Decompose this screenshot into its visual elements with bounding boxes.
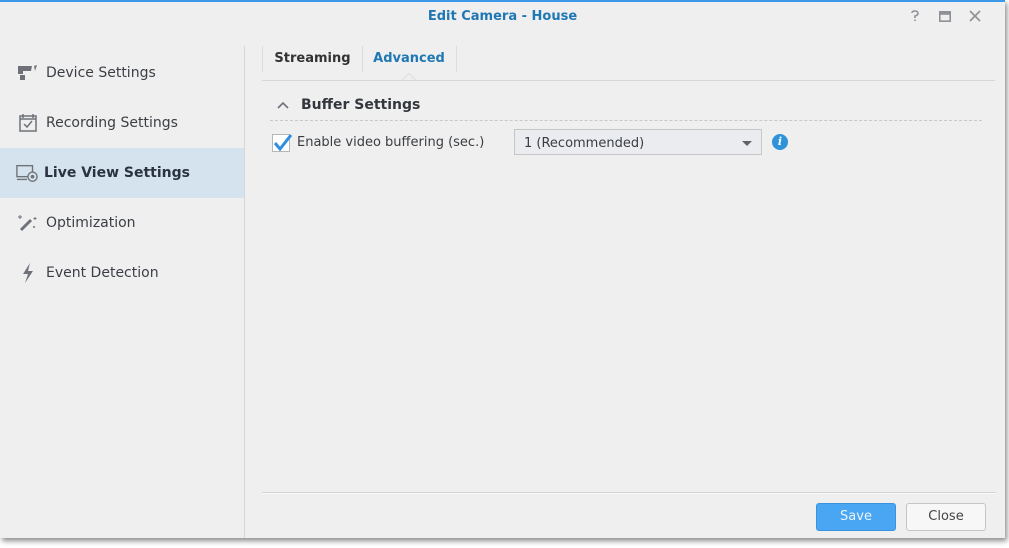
sidebar-item-device-settings[interactable]: Device Settings — [0, 48, 244, 98]
enable-buffering-label: Enable video buffering (sec.) — [297, 135, 485, 150]
chevron-down-icon — [742, 141, 752, 146]
settings-sidebar: Device Settings Recording Settings Live … — [0, 46, 245, 538]
close-window-button[interactable] — [967, 8, 983, 24]
edit-camera-dialog: Edit Camera - House Device Settings Reco… — [0, 0, 1005, 538]
lightning-icon — [17, 262, 39, 284]
sidebar-divider — [244, 46, 245, 538]
sidebar-item-label: Device Settings — [46, 65, 156, 81]
sidebar-item-label: Optimization — [46, 215, 136, 231]
tab-bar: Streaming Advanced — [262, 46, 995, 81]
checkmark-icon — [273, 134, 293, 152]
tab-streaming[interactable]: Streaming — [262, 46, 363, 72]
close-icon — [969, 10, 981, 22]
help-button[interactable] — [907, 8, 923, 24]
maximize-button[interactable] — [937, 8, 953, 24]
sidebar-item-label: Recording Settings — [46, 115, 178, 131]
camera-icon — [17, 62, 39, 84]
monitor-camera-icon — [16, 162, 38, 184]
sidebar-item-label: Event Detection — [46, 265, 159, 281]
chevron-up-icon — [277, 101, 289, 109]
tab-advanced[interactable]: Advanced — [362, 46, 457, 72]
buffer-seconds-select[interactable]: 1 (Recommended) — [514, 129, 762, 155]
dialog-title: Edit Camera - House — [427, 9, 578, 24]
sidebar-item-label: Live View Settings — [44, 165, 190, 181]
enable-buffering-checkbox[interactable] — [272, 134, 293, 152]
title-bar[interactable]: Edit Camera - House — [0, 2, 1005, 34]
sidebar-item-optimization[interactable]: Optimization — [0, 198, 244, 248]
active-tab-indicator — [402, 73, 416, 80]
footer-divider — [262, 492, 996, 493]
select-value: 1 (Recommended) — [524, 136, 645, 151]
sidebar-item-event-detection[interactable]: Event Detection — [0, 248, 244, 298]
magic-wand-icon — [17, 212, 39, 234]
close-button[interactable]: Close — [906, 503, 986, 531]
save-button[interactable]: Save — [816, 503, 896, 531]
sidebar-item-recording-settings[interactable]: Recording Settings — [0, 98, 244, 148]
buffer-settings-header[interactable]: Buffer Settings — [270, 92, 982, 121]
buffering-row: Enable video buffering (sec.) 1 (Recomme… — [272, 129, 972, 157]
info-icon[interactable]: i — [772, 134, 788, 150]
calendar-check-icon — [17, 112, 39, 134]
question-icon — [911, 10, 919, 22]
maximize-icon — [939, 10, 951, 22]
section-title: Buffer Settings — [301, 97, 421, 113]
sidebar-item-live-view-settings[interactable]: Live View Settings — [0, 148, 244, 198]
